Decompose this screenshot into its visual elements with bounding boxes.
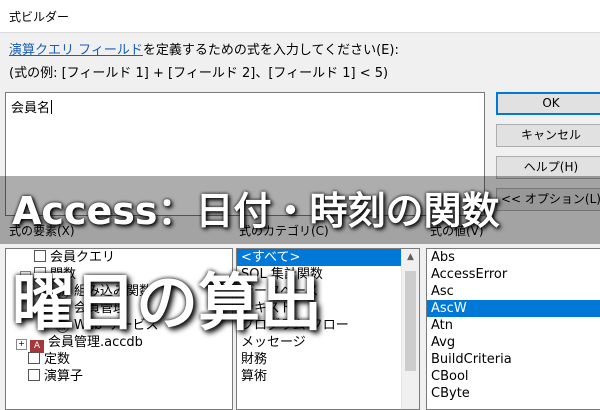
caption-subtitle: 曜日の算出 (12, 266, 323, 339)
tree-item-operators[interactable]: 演算子 (6, 368, 232, 385)
calculated-field-link[interactable]: 演算クエリ フィールド (9, 43, 143, 58)
folder-icon (28, 352, 40, 364)
instruction-line-1: 演算クエリ フィールドを定義するための式を入力してください(E): (9, 39, 399, 58)
value-item[interactable]: BuildCriteria (427, 351, 600, 368)
caption-title: Access：日付・時刻の関数 (12, 189, 500, 233)
instruction-example: (式の例: [フィールド 1] + [フィールド 2]、[フィールド 1] < … (9, 66, 389, 81)
value-item[interactable]: Abs (427, 249, 600, 266)
text-caret (51, 100, 53, 114)
cancel-button[interactable]: キャンセル (496, 124, 600, 147)
scroll-up-icon[interactable]: ▲ (402, 249, 419, 266)
expression-value: 会員名 (11, 100, 53, 116)
instruction-text: を定義するための式を入力してください(E): (142, 43, 399, 58)
value-item[interactable]: CBool (427, 368, 600, 385)
tree-item-constants[interactable]: 定数 (6, 351, 232, 368)
value-item-selected[interactable]: AscW (427, 300, 600, 317)
value-item[interactable]: CByte (427, 385, 600, 402)
value-item[interactable]: Atn (427, 317, 600, 334)
scroll-thumb[interactable] (405, 271, 416, 371)
category-item[interactable]: 算術 (237, 368, 419, 385)
categories-scrollbar[interactable]: ▲ (401, 249, 419, 409)
window-title: 式ビルダー (9, 10, 70, 24)
category-item[interactable]: 財務 (237, 351, 419, 368)
ok-button[interactable]: OK (496, 92, 600, 115)
title-bar: 式ビルダー (0, 0, 600, 33)
value-item[interactable]: AccessError (427, 266, 600, 283)
values-list[interactable]: Abs AccessError Asc AscW Atn Avg BuildCr… (426, 248, 600, 410)
folder-icon (28, 369, 40, 381)
value-item[interactable]: Avg (427, 334, 600, 351)
value-item[interactable]: Asc (427, 283, 600, 300)
